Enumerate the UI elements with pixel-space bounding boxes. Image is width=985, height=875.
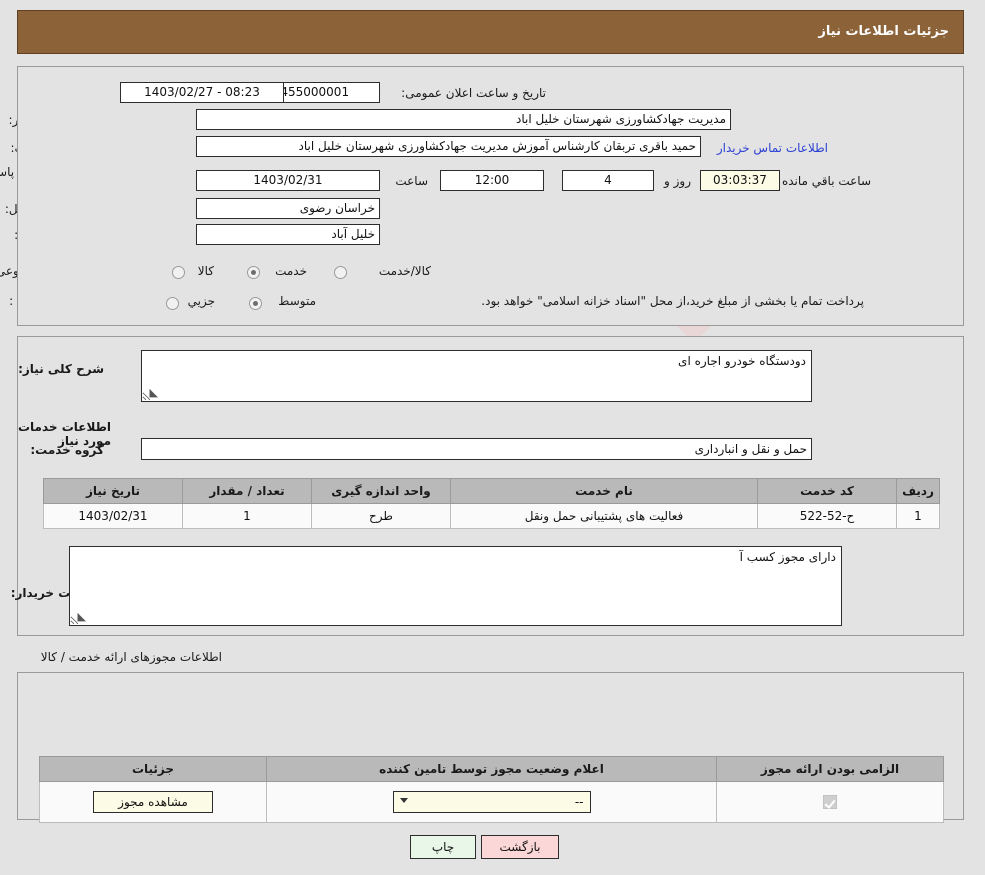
announce-datetime-field[interactable]: 08:23 - 1403/02/27 <box>121 82 285 103</box>
service-group-field[interactable]: حمل و نقل و انبارداری <box>142 438 813 460</box>
deadline-hour-field[interactable]: 12:00 <box>441 170 545 191</box>
province-field[interactable]: خراسان رضوی <box>197 198 381 219</box>
permit-status-value: -- <box>576 795 585 809</box>
table-row: -- مشاهده مجوز <box>41 782 945 823</box>
cell-permit-required <box>718 782 945 823</box>
radio-process-motevaset-label: متوسط <box>279 294 317 308</box>
days-remaining-label: روز و <box>665 174 692 188</box>
creator-field[interactable]: حمید باقری تربقان کارشناس آموزش مدیریت ج… <box>197 136 702 157</box>
permit-required-checkbox <box>824 795 838 809</box>
radio-process-motevaset[interactable] <box>250 297 263 310</box>
services-table-header-row: ردیف کد خدمت نام خدمت واحد اندازه گیری ت… <box>45 479 941 504</box>
col-permit-details: جزئیات <box>41 757 268 782</box>
services-table: ردیف کد خدمت نام خدمت واحد اندازه گیری ت… <box>44 478 941 529</box>
permits-table-header-row: الزامی بودن ارائه مجوز اعلام وضعیت مجوز … <box>41 757 945 782</box>
cell-radif: 1 <box>898 504 941 529</box>
radio-category-kala-label: کالا <box>199 264 215 278</box>
col-quantity: تعداد / مقدار <box>184 479 313 504</box>
radio-process-jozi-label: جزیي <box>189 294 216 308</box>
col-unit: واحد اندازه گیری <box>313 479 452 504</box>
col-service-code: کد خدمت <box>759 479 898 504</box>
city-field[interactable]: خلیل آباد <box>197 224 381 245</box>
view-permit-button[interactable]: مشاهده مجوز <box>94 791 214 813</box>
deadline-hour-label: ساعت <box>396 174 429 188</box>
radio-category-khedmat[interactable] <box>248 266 261 279</box>
col-permit-status: اعلام وضعیت مجوز توسط تامین کننده <box>268 757 718 782</box>
time-remaining-field: 03:03:37 <box>701 170 781 191</box>
table-row: 1 ح-52-522 فعالیت های پشتیبانی حمل ونقل … <box>45 504 941 529</box>
col-radif: ردیف <box>898 479 941 504</box>
time-remaining-label: ساعت باقي مانده <box>783 174 872 188</box>
general-desc-label: شرح کلی نیاز: <box>19 362 105 376</box>
radio-category-kala[interactable] <box>173 266 186 279</box>
chevron-down-icon <box>401 798 409 803</box>
permit-status-select[interactable]: -- <box>394 791 592 813</box>
buyer-contact-link[interactable]: اطلاعات تماس خریدار <box>718 141 829 155</box>
radio-category-kala-khedmat-label: کالا/خدمت <box>380 264 432 278</box>
permits-table: الزامی بودن ارائه مجوز اعلام وضعیت مجوز … <box>40 756 945 823</box>
days-remaining-field[interactable]: 4 <box>563 170 655 191</box>
print-button[interactable]: چاپ <box>411 835 477 859</box>
permits-section-note: اطلاعات مجوزهای ارائه خدمت / کالا <box>42 650 223 664</box>
service-group-label: گروه خدمت: <box>31 443 105 457</box>
page-title: جزئیات اطلاعات نیاز <box>819 24 950 39</box>
col-service-name: نام خدمت <box>452 479 759 504</box>
need-summary-panel <box>18 66 965 326</box>
cell-need-date: 1403/02/31 <box>45 504 184 529</box>
buyer-notes-textarea[interactable] <box>70 546 843 626</box>
announce-datetime-label: تاریخ و ساعت اعلان عمومی: <box>402 86 547 100</box>
radio-category-kala-khedmat[interactable] <box>335 266 348 279</box>
radio-process-jozi[interactable] <box>167 297 180 310</box>
payment-note: پرداخت تمام یا بخشی از مبلغ خرید،از محل … <box>482 294 865 308</box>
buyer-org-field[interactable]: مدیریت جهادکشاورزی شهرستان خلیل اباد <box>197 109 732 130</box>
cell-service-name: فعالیت های پشتیبانی حمل ونقل <box>452 504 759 529</box>
cell-unit: طرح <box>313 504 452 529</box>
col-permit-required: الزامی بودن ارائه مجوز <box>718 757 945 782</box>
cell-quantity: 1 <box>184 504 313 529</box>
page-header: جزئیات اطلاعات نیاز <box>18 10 965 54</box>
deadline-date-field[interactable]: 1403/02/31 <box>197 170 381 191</box>
back-button[interactable]: بازگشت <box>482 835 560 859</box>
page-root: AnaTender.net جزئیات اطلاعات نیاز شماره … <box>0 0 985 875</box>
radio-category-khedmat-label: خدمت <box>276 264 308 278</box>
general-desc-textarea[interactable] <box>142 350 813 402</box>
cell-permit-status: -- <box>268 782 718 823</box>
col-need-date: تاریخ نیاز <box>45 479 184 504</box>
cell-permit-details: مشاهده مجوز <box>41 782 268 823</box>
cell-service-code: ح-52-522 <box>759 504 898 529</box>
